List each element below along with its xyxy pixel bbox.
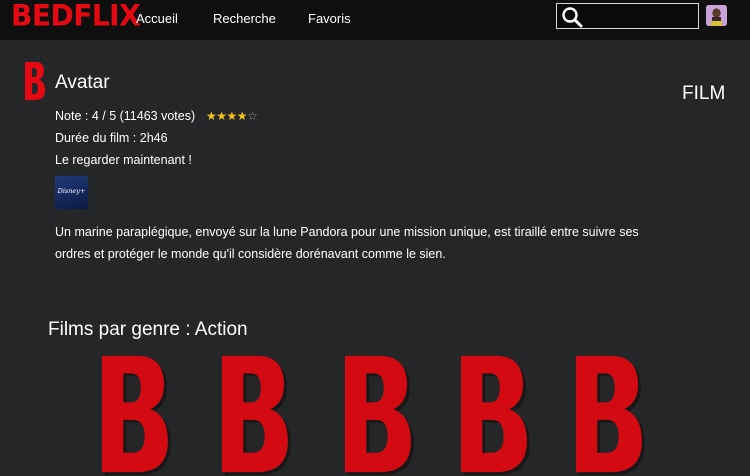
avatar-picture	[706, 5, 727, 26]
search-icon[interactable]	[561, 6, 583, 28]
star-empty-icon: ☆	[247, 109, 258, 123]
genre-poster-item[interactable]	[336, 352, 416, 476]
genre-poster-item[interactable]	[452, 352, 532, 476]
nav-link-search[interactable]: Recherche	[213, 11, 276, 27]
film-synopsis: Un marine paraplégique, envoyé sur la lu…	[55, 225, 639, 261]
rating-stars: ★★★★☆	[206, 108, 258, 124]
bedflix-logo[interactable]: BEDFLIX	[11, 0, 141, 33]
genre-section-title: Films par genre : Action	[48, 319, 248, 340]
star-filled-icon: ★	[206, 109, 217, 123]
provider-logo-text: Disney+	[57, 187, 86, 195]
bedflix-b-logo-icon	[222, 355, 291, 476]
genre-poster-item[interactable]	[93, 352, 173, 476]
bedflix-b-logo-icon	[25, 62, 45, 100]
bedflix-b-logo-icon	[345, 355, 414, 476]
genre-poster-item[interactable]	[567, 352, 647, 476]
streaming-provider-disney-plus[interactable]: Disney+	[55, 176, 88, 209]
genre-poster-item[interactable]	[213, 352, 293, 476]
bedflix-b-logo-icon	[461, 355, 530, 476]
nav-link-favorites[interactable]: Favoris	[308, 11, 351, 27]
film-title: Avatar	[55, 72, 110, 93]
watch-now-text: Le regarder maintenant !	[55, 153, 192, 167]
user-avatar[interactable]	[706, 5, 727, 26]
bedflix-b-logo-icon	[576, 355, 645, 476]
bedflix-b-logo-icon	[102, 355, 171, 476]
content-type-label: FILM	[682, 83, 726, 104]
search-input[interactable]	[587, 6, 695, 26]
star-filled-icon: ★	[226, 109, 238, 123]
top-navigation-bar: BEDFLIX Accueil Recherche Favoris	[0, 0, 750, 40]
nav-link-home[interactable]: Accueil	[136, 11, 178, 27]
star-filled-icon: ★	[236, 109, 248, 123]
star-filled-icon: ★	[216, 109, 227, 123]
search-box	[556, 3, 699, 29]
rating-text: Note : 4 / 5 (11463 votes)	[55, 109, 196, 123]
duration-text: Durée du film : 2h46	[55, 131, 168, 145]
